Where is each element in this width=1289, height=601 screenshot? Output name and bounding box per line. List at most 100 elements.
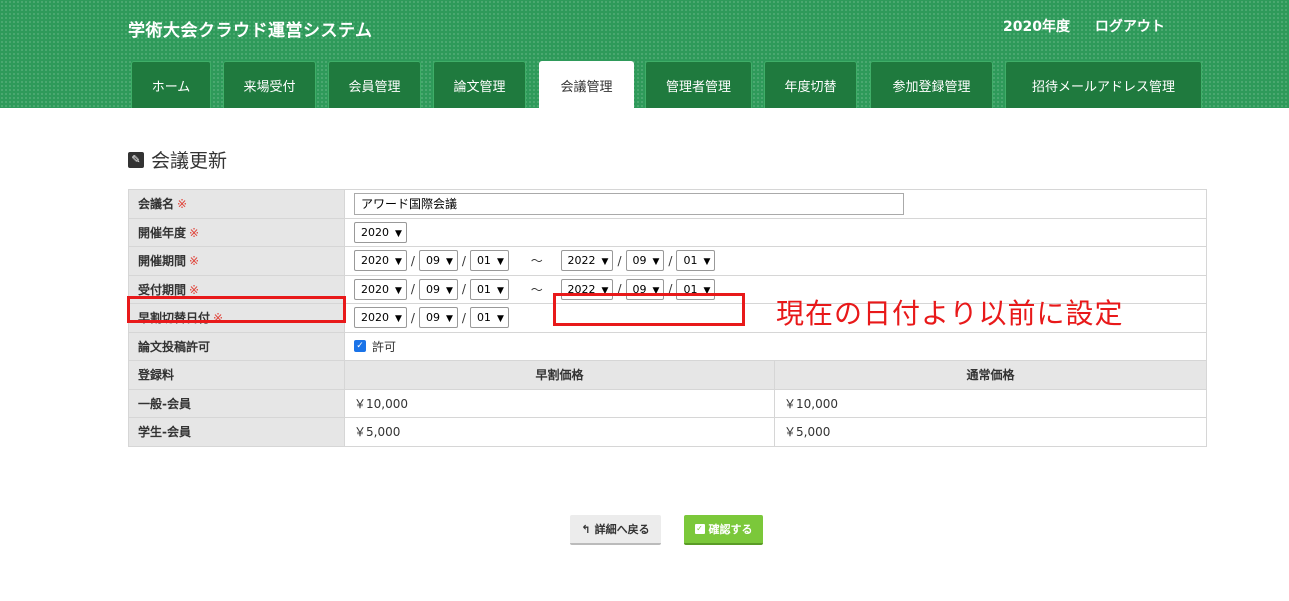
table-row: 学生-会員 ￥5,000 ￥5,000 [128, 417, 1207, 447]
confirm-button[interactable]: ✓ 確認する [684, 515, 763, 545]
highlight-reception-label [127, 296, 346, 323]
select-value: 2020 [361, 311, 389, 325]
row-period: 開催期間 ※ 2020 ▼ / 09 ▼ / 01 ▼ ～ 2022 ▼ / 09 ▼ / 01 ▼ [128, 246, 1207, 276]
header-bar: 学術大会クラウド運営システム 2020年度 ログアウト ホーム 来場受付 会員管… [0, 0, 1289, 108]
row-paper-permission: 論文投稿許可 ✓ 許可 [128, 331, 1207, 361]
tab-invite-mail[interactable]: 招待メールアドレス管理 [1005, 61, 1202, 108]
date-separator: / [410, 310, 415, 325]
row-name: 会議名 ※ [128, 189, 1207, 219]
chevron-down-icon: ▼ [445, 285, 453, 296]
row-fee-header: 登録料 早割価格 通常価格 [128, 360, 1207, 390]
label-cell: 開催期間 ※ [128, 246, 345, 276]
tab-papers[interactable]: 論文管理 [433, 61, 526, 108]
early-price: ￥10,000 [344, 388, 775, 418]
chevron-down-icon: ▼ [445, 257, 453, 268]
period-start-year-select[interactable]: 2020 ▼ [354, 250, 407, 272]
label-name: 会議名 [138, 197, 175, 212]
early-price: ￥5,000 [344, 417, 775, 447]
required-mark: ※ [189, 225, 200, 240]
tab-year-switch[interactable]: 年度切替 [764, 61, 857, 108]
select-value: 01 [476, 311, 491, 325]
select-value: 09 [425, 254, 440, 268]
col-regular-header: 通常価格 [774, 360, 1207, 390]
period-start-day-select[interactable]: 01 ▼ [469, 250, 509, 272]
label-cell: 会議名 ※ [128, 189, 345, 219]
select-value: 09 [425, 282, 440, 296]
logout-link[interactable]: ログアウト [1095, 19, 1165, 35]
col-early-header: 早割価格 [344, 360, 775, 390]
date-separator: / [668, 253, 673, 268]
regular-price: ￥10,000 [774, 388, 1207, 418]
chevron-down-icon: ▼ [395, 314, 402, 325]
check-square-icon: ✓ [694, 524, 705, 534]
early-month-select[interactable]: 09 ▼ [418, 307, 458, 329]
year-select[interactable]: 2020 ▼ [354, 221, 407, 243]
select-value: 2020 [361, 254, 389, 268]
tab-admins[interactable]: 管理者管理 [645, 61, 752, 108]
tab-registration[interactable]: 参加登録管理 [870, 61, 993, 108]
pencil-icon: ✎ [128, 151, 144, 168]
regular-price: ￥5,000 [774, 417, 1207, 447]
select-value: 01 [476, 254, 491, 268]
label-year: 開催年度 [138, 225, 187, 240]
date-separator: / [461, 253, 466, 268]
reception-start-day-select[interactable]: 01 ▼ [469, 278, 509, 300]
early-day-select[interactable]: 01 ▼ [469, 307, 509, 329]
reply-arrow-icon: ↰ [581, 522, 591, 536]
annotation-text: 現在の日付より以前に設定 [776, 297, 1124, 330]
early-year-select[interactable]: 2020 ▼ [354, 307, 407, 329]
select-value: 01 [683, 254, 698, 268]
date-separator: / [461, 310, 466, 325]
date-separator: / [461, 282, 466, 297]
chevron-down-icon: ▼ [496, 314, 504, 325]
chevron-down-icon: ▼ [601, 257, 609, 268]
tab-reception[interactable]: 来場受付 [223, 61, 316, 108]
label-cell: 論文投稿許可 [128, 331, 345, 361]
reception-start-month-select[interactable]: 09 ▼ [418, 278, 458, 300]
label-paper-permission: 論文投稿許可 [138, 339, 211, 354]
table-row: 一般-会員 ￥10,000 ￥10,000 [128, 388, 1207, 418]
chevron-down-icon: ▼ [395, 257, 402, 268]
chevron-down-icon: ▼ [445, 314, 453, 325]
date-separator: / [410, 253, 415, 268]
required-mark: ※ [177, 197, 188, 212]
select-value: 09 [425, 311, 440, 325]
page-title: ✎ 会議更新 [128, 146, 227, 173]
select-value: 2022 [567, 254, 596, 268]
chevron-down-icon: ▼ [703, 257, 711, 268]
period-end-month-select[interactable]: 09 ▼ [625, 250, 665, 272]
chevron-down-icon: ▼ [395, 228, 402, 239]
select-value: 01 [476, 282, 491, 296]
app-title: 学術大会クラウド運営システム [128, 21, 373, 41]
chevron-down-icon: ▼ [496, 285, 504, 296]
checkbox-label: 許可 [372, 339, 397, 354]
range-tilde: ～ [530, 254, 543, 269]
confirm-button-label: 確認する [708, 523, 753, 536]
tab-members[interactable]: 会員管理 [328, 61, 421, 108]
label-reception: 受付期間 [138, 282, 187, 297]
period-end-day-select[interactable]: 01 ▼ [676, 250, 716, 272]
chevron-down-icon: ▼ [496, 257, 504, 268]
row-year: 開催年度 ※ 2020 ▼ [128, 217, 1207, 247]
chevron-down-icon: ▼ [395, 285, 402, 296]
header-right: 2020年度 ログアウト [1003, 16, 1185, 36]
required-mark: ※ [189, 254, 200, 269]
label-cell: 開催年度 ※ [128, 217, 345, 247]
fiscal-year: 2020年度 [1003, 19, 1070, 35]
page-title-text: 会議更新 [151, 150, 228, 172]
reception-start-year-select[interactable]: 2020 ▼ [354, 278, 407, 300]
date-separator: / [617, 253, 622, 268]
select-value: 09 [632, 254, 647, 268]
label-period: 開催期間 [138, 254, 187, 269]
chevron-down-icon: ▼ [652, 257, 660, 268]
period-end-year-select[interactable]: 2022 ▼ [560, 250, 614, 272]
period-start-month-select[interactable]: 09 ▼ [418, 250, 458, 272]
back-to-detail-button[interactable]: ↰ 詳細へ戻る [570, 515, 661, 545]
paper-permission-checkbox[interactable]: ✓ [354, 340, 366, 353]
conference-name-input[interactable] [354, 192, 904, 215]
label-fees: 登録料 [138, 368, 175, 383]
year-select-value: 2020 [361, 225, 389, 239]
tab-home[interactable]: ホーム [131, 61, 211, 108]
tab-conference[interactable]: 会議管理 [539, 61, 634, 108]
label-cell: 一般-会員 [128, 388, 345, 418]
